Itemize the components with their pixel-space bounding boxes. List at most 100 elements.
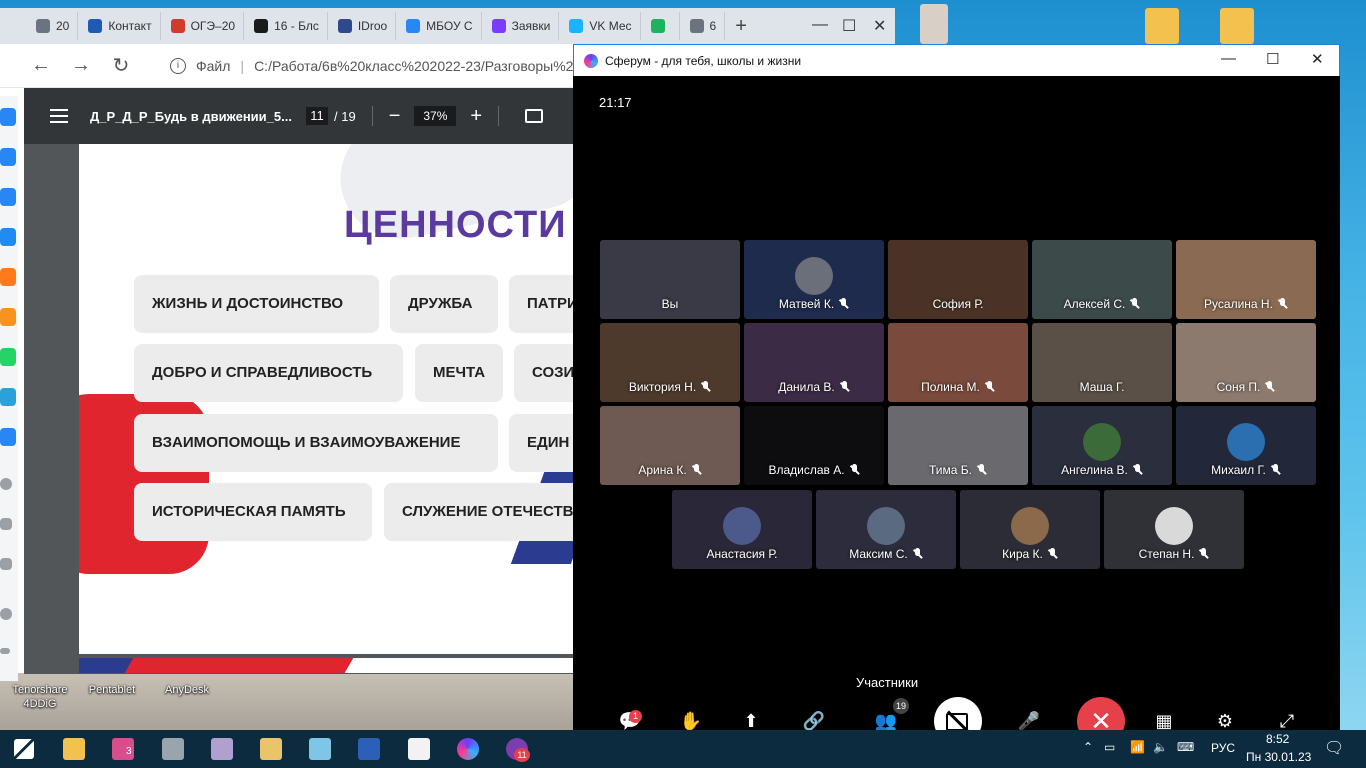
list-icon[interactable] bbox=[0, 428, 16, 446]
calculator-icon[interactable] bbox=[162, 738, 184, 760]
star-icon[interactable] bbox=[0, 518, 12, 530]
value-chip: СОЗИ bbox=[514, 344, 574, 402]
sferum-taskbar-icon[interactable] bbox=[457, 738, 479, 760]
url-text[interactable]: C:/Работа/6в%20класс%202022-23/Разговоры… bbox=[254, 58, 589, 74]
participant-tile[interactable]: Кира К. bbox=[960, 490, 1100, 569]
new-tab-icon[interactable]: + bbox=[727, 15, 755, 38]
next-pdf-page bbox=[79, 658, 574, 673]
participant-tile[interactable]: Соня П. bbox=[1176, 323, 1316, 402]
mail-icon[interactable] bbox=[0, 228, 16, 246]
participant-name: Степан Н. bbox=[1104, 547, 1244, 561]
chevron-up-icon[interactable] bbox=[0, 648, 10, 654]
download-icon[interactable] bbox=[0, 558, 12, 570]
page-total: / 19 bbox=[334, 108, 356, 124]
keyboard-icon[interactable]: ⌨ bbox=[1177, 740, 1194, 754]
menu-icon[interactable] bbox=[50, 109, 68, 123]
browser-tab[interactable] bbox=[643, 12, 680, 40]
apps-badge: 3 bbox=[126, 746, 132, 757]
browser-tab[interactable]: ОГЭ–20 bbox=[163, 12, 245, 40]
tab-count-icon bbox=[36, 19, 50, 33]
participant-tile[interactable]: Ангелина В. bbox=[1032, 406, 1172, 485]
url-field[interactable]: i Файл | C:/Работа/6в%20класс%202022-23/… bbox=[170, 57, 589, 74]
ok-icon[interactable] bbox=[0, 308, 16, 326]
participant-tile[interactable]: Анастасия Р. bbox=[672, 490, 812, 569]
browser-tab[interactable]: VK Мес bbox=[561, 12, 641, 40]
reload-icon[interactable]: ↻ bbox=[110, 53, 132, 78]
page-number-input[interactable]: 11 bbox=[306, 107, 328, 125]
tray-chevron-icon[interactable]: ⌃ bbox=[1083, 740, 1093, 754]
minimize-icon[interactable]: — bbox=[1221, 50, 1236, 67]
settings-icon[interactable] bbox=[0, 608, 12, 620]
wifi-icon[interactable]: 📶 bbox=[1130, 740, 1145, 754]
video-editor-icon[interactable] bbox=[408, 738, 430, 760]
clock-date[interactable]: Пн 30.01.23 bbox=[1246, 750, 1311, 764]
participant-tile[interactable]: Виктория Н. bbox=[600, 323, 740, 402]
participant-tile[interactable]: Максим С. bbox=[816, 490, 956, 569]
browser-tab[interactable]: 20 bbox=[28, 12, 79, 40]
avatar bbox=[1011, 507, 1049, 545]
participant-tile[interactable]: Вы bbox=[600, 240, 740, 319]
cloud-icon[interactable] bbox=[0, 268, 16, 286]
participant-tile[interactable]: София Р. bbox=[888, 240, 1028, 319]
close-icon[interactable]: ✕ bbox=[1311, 50, 1324, 68]
participant-tile[interactable]: Михаил Г. bbox=[1176, 406, 1316, 485]
folder-icon[interactable] bbox=[1220, 8, 1254, 44]
whatsapp-icon[interactable] bbox=[0, 348, 16, 366]
word-icon[interactable] bbox=[358, 738, 380, 760]
close-icon[interactable]: ✕ bbox=[873, 16, 886, 36]
browser-tab[interactable]: МБОУ С bbox=[398, 12, 482, 40]
desktop-icon-label[interactable]: AnyDesk bbox=[147, 683, 227, 697]
history-icon[interactable] bbox=[0, 478, 12, 490]
participant-tile[interactable]: Алексей С. bbox=[1032, 240, 1172, 319]
desktop-file-icon[interactable] bbox=[920, 4, 948, 44]
clock-time[interactable]: 8:52 bbox=[1266, 732, 1289, 746]
participant-tile[interactable]: Владислав А. bbox=[744, 406, 884, 485]
battery-icon[interactable]: ▭ bbox=[1104, 740, 1115, 754]
desktop-icon-label[interactable]: Tenorshare 4DDiG bbox=[0, 683, 80, 711]
mic-muted-icon bbox=[1277, 298, 1288, 309]
participant-tile[interactable]: Степан Н. bbox=[1104, 490, 1244, 569]
participant-tile[interactable]: Русалина Н. bbox=[1176, 240, 1316, 319]
paint-palette-icon[interactable] bbox=[260, 738, 282, 760]
zoom-out-icon[interactable]: − bbox=[389, 105, 401, 128]
vk-icon[interactable] bbox=[0, 108, 16, 126]
paint-tool-icon[interactable] bbox=[211, 738, 233, 760]
browser-tab[interactable]: 16 - Блс bbox=[246, 12, 328, 40]
language-indicator[interactable]: РУС bbox=[1211, 741, 1235, 755]
maximize-icon[interactable]: ☐ bbox=[1266, 50, 1279, 68]
participant-tile[interactable]: Полина М. bbox=[888, 323, 1028, 402]
fit-page-icon[interactable] bbox=[525, 109, 544, 123]
windows-start-icon[interactable] bbox=[14, 739, 34, 759]
browser-tab[interactable]: 6 bbox=[682, 12, 726, 40]
minimize-icon[interactable]: — bbox=[812, 16, 828, 34]
participant-tile[interactable]: Маша Г. bbox=[1032, 323, 1172, 402]
browser-tab[interactable]: Контакт bbox=[80, 12, 161, 40]
notifications-icon[interactable]: 🗨 bbox=[1324, 738, 1344, 758]
zoom-in-icon[interactable]: + bbox=[470, 105, 482, 128]
participant-tile[interactable]: Арина К. bbox=[600, 406, 740, 485]
participant-tile[interactable]: Данила В. bbox=[744, 323, 884, 402]
participant-name: Данила В. bbox=[744, 380, 884, 394]
notes-icon[interactable] bbox=[309, 738, 331, 760]
folder-icon[interactable] bbox=[1145, 8, 1179, 44]
maximize-icon[interactable]: ☐ bbox=[842, 16, 856, 36]
music-icon[interactable] bbox=[0, 148, 16, 166]
browser-tab[interactable]: Заявки bbox=[484, 12, 560, 40]
vk-messenger-icon bbox=[569, 19, 584, 33]
info-icon[interactable]: i bbox=[170, 57, 186, 74]
zoom-input[interactable]: 37% bbox=[414, 106, 457, 126]
pdf-viewport[interactable]: ЦЕННОСТИ ЖИЗНЬ И ДОСТОИНСТВО ДРУЖБА ПАТР… bbox=[24, 144, 574, 674]
back-icon[interactable]: ← bbox=[30, 54, 52, 77]
telegram-icon[interactable] bbox=[0, 388, 16, 406]
participant-tile[interactable]: Матвей К. bbox=[744, 240, 884, 319]
tab-label: 20 bbox=[56, 19, 70, 33]
desktop-icon-label[interactable]: Pentablet bbox=[72, 683, 152, 697]
stats-icon[interactable] bbox=[0, 188, 16, 206]
file-explorer-icon[interactable] bbox=[63, 738, 85, 760]
forward-icon[interactable]: → bbox=[70, 54, 92, 77]
participant-name-text: Владислав А. bbox=[768, 463, 845, 477]
volume-icon[interactable]: 🔈 bbox=[1153, 740, 1168, 754]
browser-tab[interactable]: IDroo bbox=[330, 12, 397, 40]
value-chip: СЛУЖЕНИЕ ОТЕЧЕСТВ bbox=[384, 483, 574, 541]
participant-tile[interactable]: Тима Б. bbox=[888, 406, 1028, 485]
